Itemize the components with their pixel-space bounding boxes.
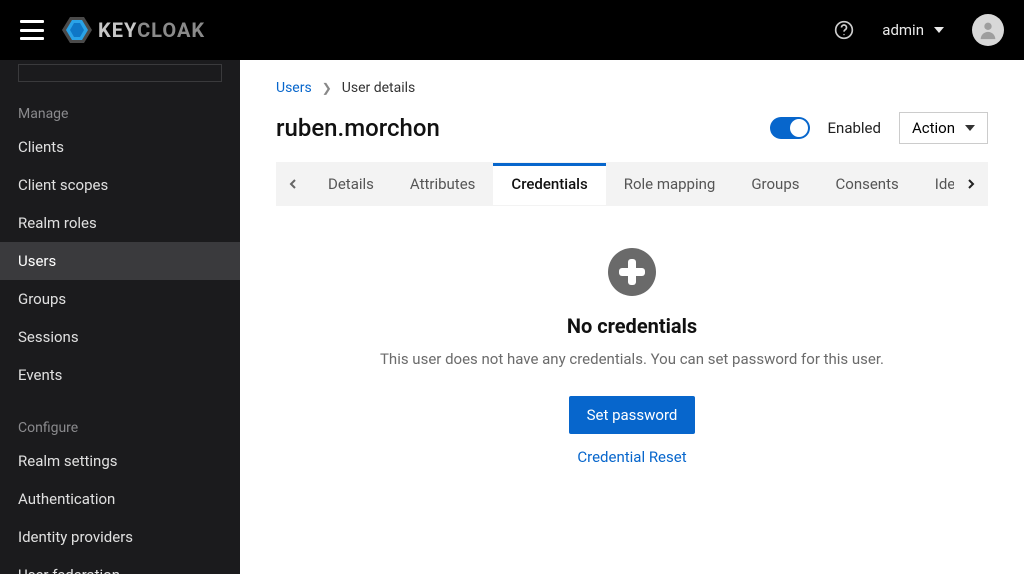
sidebar-item-realm-settings[interactable]: Realm settings (0, 442, 240, 480)
sidebar: Manage ClientsClient scopesRealm rolesUs… (0, 60, 240, 574)
brand-logo[interactable]: KEYCLOAK (62, 17, 205, 43)
sidebar-item-users[interactable]: Users (0, 242, 240, 280)
sidebar-item-clients[interactable]: Clients (0, 128, 240, 166)
empty-title: No credentials (567, 314, 697, 338)
tab-consents[interactable]: Consents (818, 163, 917, 205)
action-label: Action (912, 119, 955, 137)
tab-scroll-left[interactable] (276, 162, 310, 206)
sidebar-item-groups[interactable]: Groups (0, 280, 240, 318)
tab-identity-provide[interactable]: Identity provide (917, 163, 954, 205)
main-content: Users ❯ User details ruben.morchon Enabl… (240, 60, 1024, 574)
header-controls: Enabled Action (770, 112, 988, 144)
empty-description: This user does not have any credentials.… (380, 350, 884, 368)
topbar: KEYCLOAK admin (0, 0, 1024, 60)
sidebar-group-manage: Manage (0, 94, 240, 128)
page-title: ruben.morchon (276, 114, 440, 142)
action-dropdown[interactable]: Action (899, 112, 988, 144)
tab-groups[interactable]: Groups (733, 163, 817, 205)
breadcrumb-root[interactable]: Users (276, 80, 312, 96)
set-password-button[interactable]: Set password (569, 396, 696, 434)
chevron-right-icon: ❯ (322, 81, 332, 95)
page-header: ruben.morchon Enabled Action (276, 112, 988, 144)
brand-text: KEYCLOAK (98, 18, 205, 42)
sidebar-item-realm-roles[interactable]: Realm roles (0, 204, 240, 242)
sidebar-item-client-scopes[interactable]: Client scopes (0, 166, 240, 204)
topbar-right: admin (834, 14, 1004, 46)
tab-details[interactable]: Details (310, 163, 392, 205)
sidebar-item-user-federation[interactable]: User federation (0, 556, 240, 574)
realm-selector[interactable] (18, 64, 222, 82)
tabs-container: DetailsAttributesCredentialsRole mapping… (276, 162, 988, 206)
username-label: admin (882, 21, 924, 39)
sidebar-item-identity-providers[interactable]: Identity providers (0, 518, 240, 556)
tab-credentials[interactable]: Credentials (493, 163, 605, 205)
avatar-icon[interactable] (972, 14, 1004, 46)
credential-reset-link[interactable]: Credential Reset (577, 448, 686, 466)
tab-scroll-right[interactable] (954, 162, 988, 206)
sidebar-group-configure: Configure (0, 408, 240, 442)
breadcrumb-current: User details (342, 80, 416, 96)
caret-down-icon (934, 27, 944, 33)
user-menu[interactable]: admin (882, 21, 944, 39)
sidebar-item-events[interactable]: Events (0, 356, 240, 394)
keycloak-icon (62, 17, 92, 43)
empty-state: No credentials This user does not have a… (276, 206, 988, 466)
tab-role-mapping[interactable]: Role mapping (606, 163, 734, 205)
help-icon[interactable] (834, 20, 854, 40)
enabled-toggle[interactable] (770, 117, 810, 139)
enabled-label: Enabled (828, 119, 881, 137)
topbar-left: KEYCLOAK (20, 17, 205, 43)
sidebar-item-sessions[interactable]: Sessions (0, 318, 240, 356)
hamburger-icon[interactable] (20, 20, 44, 40)
breadcrumb: Users ❯ User details (276, 80, 988, 96)
sidebar-item-authentication[interactable]: Authentication (0, 480, 240, 518)
plus-circle-icon (608, 248, 656, 296)
caret-down-icon (965, 125, 975, 131)
tab-attributes[interactable]: Attributes (392, 163, 494, 205)
